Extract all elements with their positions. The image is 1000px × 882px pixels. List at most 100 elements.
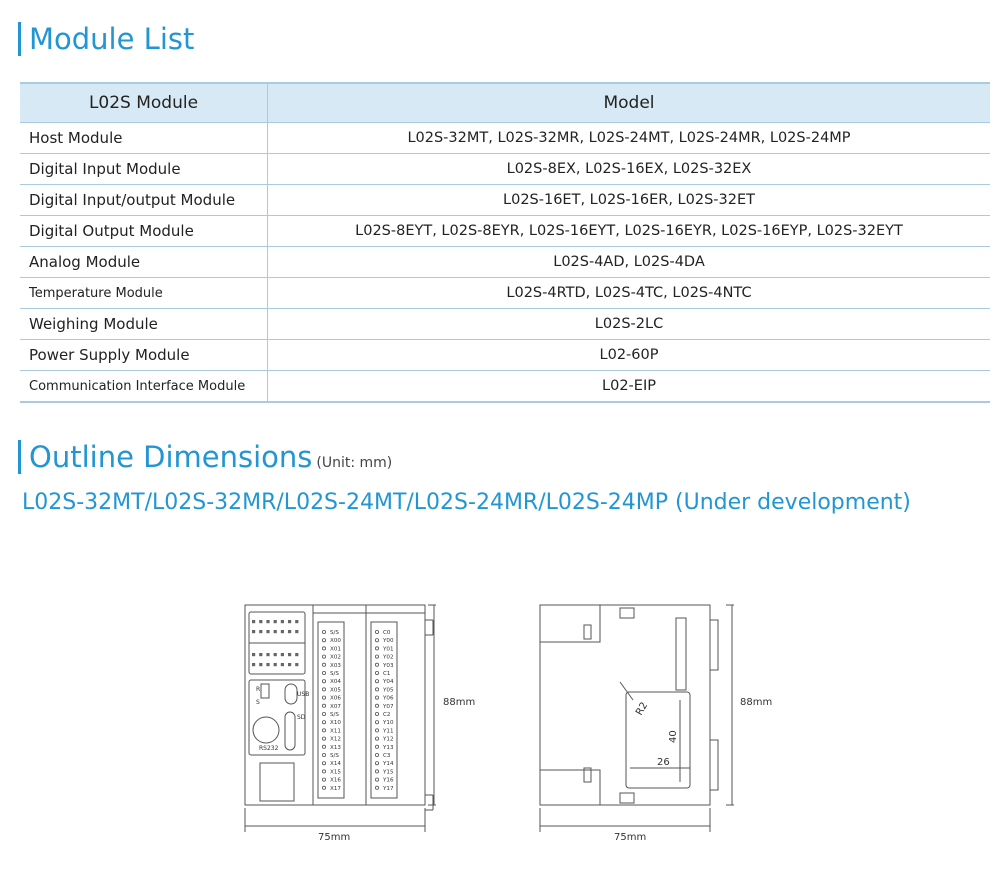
outline-drawings: S/S X00 X01 X02 X03 S/S X04 X05 X06 X07 S/S X10 X11 X… — [244, 604, 772, 843]
terminal-screw-icon — [374, 646, 379, 651]
led-indicator-icon — [280, 663, 284, 667]
module-models: L02-60P — [267, 339, 990, 371]
terminal-label: Y15 — [382, 769, 394, 775]
terminal-label: X12 — [330, 737, 341, 743]
battery-cover — [259, 762, 295, 802]
led-indicator-icon — [280, 620, 284, 624]
terminal-label: Y05 — [382, 687, 394, 693]
led-indicator-icon — [273, 663, 277, 667]
terminal-label: Y01 — [382, 646, 394, 652]
terminal-label: X02 — [330, 655, 341, 661]
terminal-label: Y11 — [382, 728, 394, 734]
module-name: Power Supply Module — [20, 339, 268, 371]
module-name: Communication Interface Module — [20, 370, 268, 403]
table-row: Digital Input/output Module L02S-16ET, L0… — [20, 184, 990, 216]
led-indicator-icon — [295, 630, 299, 634]
terminal-label: X10 — [330, 720, 341, 726]
led-indicator-icon — [259, 663, 263, 667]
terminal-screw-icon — [321, 630, 326, 635]
terminal-screw-icon — [321, 695, 326, 700]
terminal-label: X00 — [330, 638, 341, 644]
terminal-label: S/S — [330, 712, 339, 718]
terminal-label: X11 — [330, 728, 341, 734]
back-latch — [619, 792, 635, 804]
sd-slot — [284, 711, 296, 751]
terminal-label: X16 — [330, 778, 341, 784]
module-name: Host Module — [20, 122, 268, 154]
terminal-label: S/S — [330, 753, 339, 759]
table-row: Digital Input Module L02S-8EX, L02S-16EX,… — [20, 153, 990, 185]
terminal-screw-icon — [374, 662, 379, 667]
terminal-screw-icon — [374, 785, 379, 790]
module-models: L02S-2LC — [267, 308, 990, 340]
terminal-label: C1 — [383, 671, 391, 677]
terminal-screw-icon — [321, 777, 326, 782]
terminal-screw-icon — [321, 769, 326, 774]
terminal-screw-icon — [374, 695, 379, 700]
module-models: L02S-16ET, L02S-16ER, L02S-32ET — [267, 184, 990, 216]
terminal-label: C3 — [383, 753, 391, 759]
led-indicator-icon — [288, 620, 292, 624]
module-name: Digital Input/output Module — [20, 184, 268, 216]
terminal-label: X15 — [330, 769, 341, 775]
led-indicator-icon — [266, 630, 270, 634]
terminal-screw-icon — [321, 752, 326, 757]
led-indicator-icon — [266, 620, 270, 624]
terminal-screw-icon — [374, 744, 379, 749]
terminal-screw-icon — [321, 638, 326, 643]
led-indicator-icon — [295, 620, 299, 624]
table-row: Power Supply Module L02-60P — [20, 339, 990, 371]
table-header-row: L02S Module Model — [20, 82, 990, 123]
usb-label: USB — [297, 691, 309, 698]
dim-26-label: 26 — [657, 757, 670, 768]
led-indicator-icon — [288, 663, 292, 667]
heading-accent-bar — [18, 22, 21, 56]
terminal-screw-icon — [374, 711, 379, 716]
terminal-label: Y02 — [382, 655, 394, 661]
heading-accent-bar — [18, 440, 21, 474]
back-view-drawing — [539, 604, 734, 832]
module-name: Analog Module — [20, 246, 268, 278]
terminal-label: Y17 — [382, 786, 394, 792]
back-latch — [619, 607, 635, 619]
module-list-title: Module List — [29, 22, 195, 56]
terminal-label: X04 — [330, 679, 341, 685]
module-name: Temperature Module — [20, 277, 268, 309]
terminal-screw-icon — [321, 711, 326, 716]
terminal-label: X14 — [330, 761, 341, 767]
back-rail-clip — [710, 739, 719, 791]
switch-label-s: S — [256, 699, 260, 706]
terminal-label: Y07 — [382, 704, 394, 710]
terminal-label: X05 — [330, 687, 341, 693]
terminal-screw-icon — [374, 720, 379, 725]
module-list-heading: Module List — [18, 22, 194, 56]
led-indicator-icon — [273, 630, 277, 634]
column-header-model: Model — [267, 82, 990, 123]
rs232-port — [252, 716, 280, 744]
terminal-label: Y14 — [382, 761, 394, 767]
led-indicator-icon — [273, 653, 277, 657]
radius-label: R2 — [634, 700, 650, 717]
module-table: L02S Module Model Host Module L02S-32MT, … — [20, 82, 990, 403]
module-models: L02S-32MT, L02S-32MR, L02S-24MT, L02S-24… — [267, 122, 990, 154]
terminal-screw-icon — [374, 736, 379, 741]
terminal-label: Y13 — [382, 745, 394, 751]
led-indicator-icon — [259, 630, 263, 634]
back-tab — [675, 617, 687, 691]
terminal-label: X13 — [330, 745, 341, 751]
terminal-screw-icon — [374, 761, 379, 766]
terminal-label: C2 — [383, 712, 390, 718]
terminal-screw-icon — [374, 671, 379, 676]
terminal-screw-icon — [374, 630, 379, 635]
terminal-label: Y03 — [382, 663, 394, 669]
terminal-screw-icon — [374, 638, 379, 643]
terminal-screw-icon — [321, 703, 326, 708]
terminal-screw-icon — [321, 785, 326, 790]
back-height-label: 88mm — [740, 697, 772, 708]
led-indicator-icon — [295, 653, 299, 657]
table-row: Analog Module L02S-4AD, L02S-4DA — [20, 246, 990, 278]
terminal-screw-icon — [374, 752, 379, 757]
terminal-screw-icon — [374, 654, 379, 659]
front-height-label: 88mm — [443, 697, 475, 708]
back-width-label: 75mm — [614, 832, 646, 843]
